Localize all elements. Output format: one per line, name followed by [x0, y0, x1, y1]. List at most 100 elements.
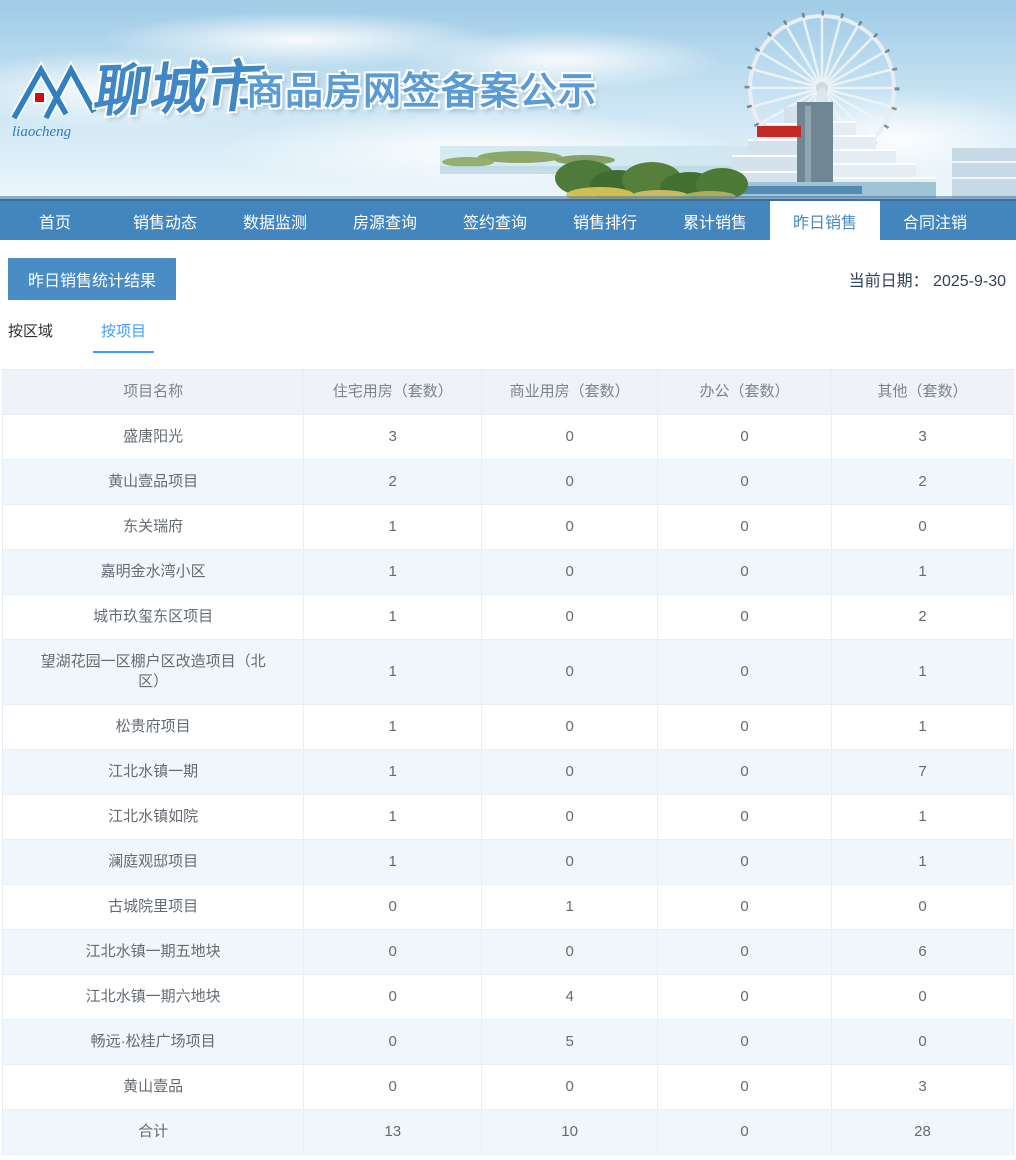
main-nav: 首页销售动态数据监测房源查询签约查询销售排行累计销售昨日销售合同注销 [0, 199, 1016, 240]
current-date-value: 2025-9-30 [933, 273, 1006, 290]
tab-by-project[interactable]: 按项目 [93, 320, 154, 353]
table-header-row: 项目名称 住宅用房（套数） 商业用房（套数） 办公（套数） 其他（套数） [3, 370, 1014, 415]
residential-count-cell: 0 [304, 930, 482, 975]
residential-count-cell: 0 [304, 1020, 482, 1065]
other-count-cell: 6 [831, 930, 1013, 975]
residential-count-cell: 13 [304, 1110, 482, 1155]
other-count-cell: 1 [831, 550, 1013, 595]
site-title: 商品房网签备案公示 [246, 60, 597, 115]
project-name-cell: 畅远·松桂广场项目 [3, 1020, 304, 1065]
current-date-label: 当前日期： [849, 273, 929, 290]
other-count-cell: 0 [831, 885, 1013, 930]
col-header-residential: 住宅用房（套数） [304, 370, 482, 415]
residential-count-cell: 0 [304, 885, 482, 930]
residential-count-cell: 2 [304, 460, 482, 505]
office-count-cell: 0 [658, 840, 832, 885]
table-row: 江北水镇一期五地块 0 0 0 6 [3, 930, 1014, 975]
yesterday-sales-result-button[interactable]: 昨日销售统计结果 [8, 258, 176, 300]
nav-item[interactable]: 合同注销 [880, 201, 990, 240]
table-row: 盛唐阳光 3 0 0 3 [3, 415, 1014, 460]
tab-by-region[interactable]: 按区域 [8, 320, 59, 353]
table-row: 畅远·松桂广场项目 0 5 0 0 [3, 1020, 1014, 1065]
office-count-cell: 0 [658, 705, 832, 750]
table-row: 澜庭观邸项目 1 0 0 1 [3, 840, 1014, 885]
project-name-cell: 松贵府项目 [3, 705, 304, 750]
project-name-cell: 嘉明金水湾小区 [3, 550, 304, 595]
commercial-count-cell: 0 [482, 460, 658, 505]
commercial-count-cell: 0 [482, 1065, 658, 1110]
sales-table-wrap: 项目名称 住宅用房（套数） 商业用房（套数） 办公（套数） 其他（套数） 盛唐阳… [2, 369, 1014, 1155]
table-row: 黄山壹品 0 0 0 3 [3, 1065, 1014, 1110]
other-count-cell: 28 [831, 1110, 1013, 1155]
residential-count-cell: 1 [304, 640, 482, 705]
office-count-cell: 0 [658, 975, 832, 1020]
residential-count-cell: 1 [304, 505, 482, 550]
commercial-count-cell: 4 [482, 975, 658, 1020]
nav-item[interactable]: 签约查询 [440, 201, 550, 240]
col-header-commercial: 商业用房（套数） [482, 370, 658, 415]
table-row: 松贵府项目 1 0 0 1 [3, 705, 1014, 750]
office-count-cell: 0 [658, 1020, 832, 1065]
commercial-count-cell: 0 [482, 415, 658, 460]
commercial-count-cell: 0 [482, 595, 658, 640]
col-header-other: 其他（套数） [831, 370, 1013, 415]
city-name-calligraphy: 聊城市 [90, 41, 270, 128]
table-row: 城市玖玺东区项目 1 0 0 2 [3, 595, 1014, 640]
commercial-count-cell: 10 [482, 1110, 658, 1155]
commercial-count-cell: 0 [482, 930, 658, 975]
project-name-cell: 黄山壹品 [3, 1065, 304, 1110]
residential-count-cell: 1 [304, 550, 482, 595]
residential-count-cell: 1 [304, 840, 482, 885]
table-body: 盛唐阳光 3 0 0 3 黄山壹品项目 2 0 0 2 东关瑞府 1 0 0 0… [3, 415, 1014, 1155]
nav-item[interactable]: 房源查询 [330, 201, 440, 240]
office-count-cell: 0 [658, 930, 832, 975]
col-header-project: 项目名称 [3, 370, 304, 415]
nav-item[interactable]: 销售动态 [110, 201, 220, 240]
residential-count-cell: 3 [304, 415, 482, 460]
project-name-cell: 古城院里项目 [3, 885, 304, 930]
site-logo: liaocheng [8, 40, 100, 145]
nav-item[interactable]: 数据监测 [220, 201, 330, 240]
residential-count-cell: 0 [304, 1065, 482, 1110]
project-name-cell: 澜庭观邸项目 [3, 840, 304, 885]
table-row: 江北水镇如院 1 0 0 1 [3, 795, 1014, 840]
commercial-count-cell: 0 [482, 505, 658, 550]
commercial-count-cell: 0 [482, 750, 658, 795]
nav-item[interactable]: 累计销售 [660, 201, 770, 240]
project-name-cell: 江北水镇如院 [3, 795, 304, 840]
other-count-cell: 1 [831, 640, 1013, 705]
current-date: 当前日期： 2025-9-30 [849, 267, 1008, 291]
project-name-cell: 望湖花园一区棚户区改造项目（北区） [3, 640, 304, 705]
table-row: 江北水镇一期 1 0 0 7 [3, 750, 1014, 795]
table-row: 合计 13 10 0 28 [3, 1110, 1014, 1155]
table-row: 嘉明金水湾小区 1 0 0 1 [3, 550, 1014, 595]
office-count-cell: 0 [658, 750, 832, 795]
project-name-cell: 城市玖玺东区项目 [3, 595, 304, 640]
office-count-cell: 0 [658, 595, 832, 640]
office-count-cell: 0 [658, 1110, 832, 1155]
residential-count-cell: 1 [304, 595, 482, 640]
project-name-cell: 江北水镇一期五地块 [3, 930, 304, 975]
office-count-cell: 0 [658, 550, 832, 595]
nav-item[interactable]: 昨日销售 [770, 201, 880, 240]
office-count-cell: 0 [658, 885, 832, 930]
logo-red-square [34, 92, 45, 103]
project-name-cell: 盛唐阳光 [3, 415, 304, 460]
nav-item[interactable]: 首页 [0, 201, 110, 240]
view-tabs: 按区域 按项目 [8, 320, 1008, 353]
office-count-cell: 0 [658, 415, 832, 460]
other-count-cell: 3 [831, 1065, 1013, 1110]
other-count-cell: 7 [831, 750, 1013, 795]
nav-item[interactable]: 销售排行 [550, 201, 660, 240]
project-name-cell: 东关瑞府 [3, 505, 304, 550]
office-count-cell: 0 [658, 505, 832, 550]
project-name-cell: 江北水镇一期 [3, 750, 304, 795]
project-name-cell: 黄山壹品项目 [3, 460, 304, 505]
residential-count-cell: 1 [304, 705, 482, 750]
commercial-count-cell: 0 [482, 550, 658, 595]
table-row: 古城院里项目 0 1 0 0 [3, 885, 1014, 930]
yesterday-sales-table: 项目名称 住宅用房（套数） 商业用房（套数） 办公（套数） 其他（套数） 盛唐阳… [2, 369, 1014, 1155]
table-row: 黄山壹品项目 2 0 0 2 [3, 460, 1014, 505]
residential-count-cell: 1 [304, 795, 482, 840]
table-row: 望湖花园一区棚户区改造项目（北区） 1 0 0 1 [3, 640, 1014, 705]
